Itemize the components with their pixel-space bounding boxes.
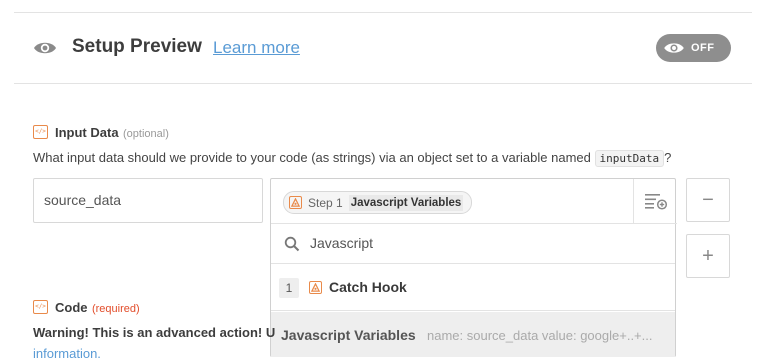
advanced-warning: Warning! This is an advanced action! U: [33, 325, 276, 340]
description-text: What input data should we provide to you…: [33, 150, 591, 165]
search-icon: [284, 236, 300, 252]
value-field[interactable]: Step 1 Javascript Variables Javascript 1…: [270, 178, 677, 357]
code-label: Code (required): [55, 299, 140, 317]
code-icon: </>: [33, 125, 48, 139]
value-field-row[interactable]: Step 1 Javascript Variables: [271, 179, 633, 224]
input-data-description: What input data should we provide to you…: [33, 150, 671, 167]
field-search[interactable]: Javascript: [271, 224, 675, 264]
header-divider: [14, 83, 752, 84]
list-add-icon: [644, 194, 667, 210]
step-label: Catch Hook: [329, 279, 407, 295]
eye-icon: [34, 42, 56, 54]
input-data-title: Input Data: [55, 125, 119, 140]
list-item[interactable]: Javascript Variables name: source_data v…: [271, 312, 675, 357]
input-data-label: Input Data (optional): [55, 124, 169, 142]
description-suffix: ?: [664, 150, 672, 165]
pill-field-name: Javascript Variables: [348, 194, 464, 211]
list-item[interactable]: 1 Catch Hook: [271, 264, 675, 311]
top-divider: [14, 12, 752, 13]
eye-icon: [664, 43, 684, 53]
learn-more-link[interactable]: Learn more: [213, 38, 300, 58]
page-title: Setup Preview: [72, 36, 202, 57]
required-qualifier: (required): [91, 303, 140, 315]
pill-step-label: Step 1: [308, 195, 343, 210]
variable-name-tag: inputData: [594, 150, 665, 167]
code-title: Code: [55, 300, 88, 315]
toggle-label: OFF: [691, 42, 715, 54]
step-number-badge: 1: [279, 278, 299, 298]
setup-preview-toggle[interactable]: OFF: [656, 34, 731, 62]
selected-field-pill[interactable]: Step 1 Javascript Variables: [283, 191, 473, 214]
optional-qualifier: (optional): [123, 128, 169, 140]
insert-field-button[interactable]: [633, 179, 677, 224]
field-option-detail: name: source_data value: google+..+...: [427, 328, 653, 343]
information-link[interactable]: information.: [33, 346, 101, 361]
key-input[interactable]: source_data: [33, 178, 263, 223]
search-input[interactable]: Javascript: [310, 235, 373, 251]
field-option-label: Javascript Variables: [281, 327, 416, 343]
remove-row-button[interactable]: −: [686, 178, 730, 222]
add-row-button[interactable]: +: [686, 234, 730, 278]
zap-step-icon: [289, 196, 302, 209]
code-icon: </>: [33, 300, 48, 314]
zap-step-icon: [309, 281, 322, 294]
